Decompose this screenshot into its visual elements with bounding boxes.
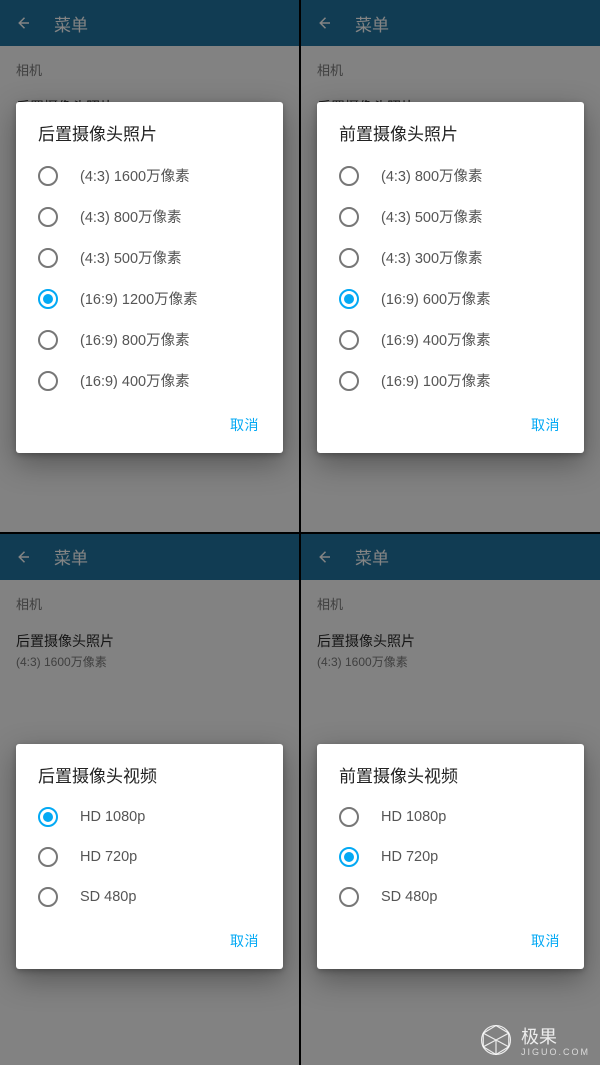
radio-icon [38,887,58,907]
radio-icon [38,807,58,827]
radio-option[interactable]: (16:9) 600万像素 [317,278,584,319]
radio-icon [38,371,58,391]
screen-pane: 菜单相机后置摄像头照片(4:3) 1600万像素前置摄像头视频HD 1080pH… [301,534,600,1065]
dialog-actions: 取消 [16,919,283,961]
radio-icon [38,207,58,227]
screen-pane: 菜单相机后置摄像头照片(前(后置摄像头照片(4:3) 1600万像素(4:3) … [0,0,299,532]
screen-pane: 菜单相机后置摄像头照片(前(前置摄像头照片(4:3) 800万像素(4:3) 5… [301,0,600,532]
radio-option[interactable]: (4:3) 1600万像素 [16,155,283,196]
option-label: HD 1080p [381,809,446,825]
radio-option[interactable]: SD 480p [16,877,283,917]
screen-pane: 菜单相机后置摄像头照片(4:3) 1600万像素后置摄像头视频HD 1080pH… [0,534,299,1065]
dialog-title: 后置摄像头照片 [16,120,283,153]
radio-icon [339,371,359,391]
dialog: 前置摄像头照片 (4:3) 800万像素 (4:3) 500万像素 (4:3) 300… [317,102,584,453]
option-label: (16:9) 400万像素 [80,370,190,391]
option-list: HD 1080p HD 720p SD 480p [16,795,283,919]
option-label: (4:3) 500万像素 [80,247,182,268]
option-label: HD 720p [80,849,137,865]
radio-icon [339,248,359,268]
dialog-title: 后置摄像头视频 [16,762,283,795]
dialog: 后置摄像头视频 HD 1080p HD 720p SD 480p 取消 [16,744,283,969]
radio-option[interactable]: (4:3) 500万像素 [317,196,584,237]
cancel-button[interactable]: 取消 [220,925,269,957]
radio-icon [38,248,58,268]
dialog: 前置摄像头视频 HD 1080p HD 720p SD 480p 取消 [317,744,584,969]
cancel-button[interactable]: 取消 [521,409,570,441]
option-list: (4:3) 1600万像素 (4:3) 800万像素 (4:3) 500万像素 (16… [16,153,283,403]
radio-option[interactable]: (4:3) 300万像素 [317,237,584,278]
radio-option[interactable]: (16:9) 400万像素 [317,319,584,360]
radio-option[interactable]: HD 720p [16,837,283,877]
option-label: (4:3) 800万像素 [80,206,182,227]
cancel-button[interactable]: 取消 [220,409,269,441]
option-label: (16:9) 400万像素 [381,329,491,350]
radio-icon [339,807,359,827]
radio-option[interactable]: (16:9) 1200万像素 [16,278,283,319]
dialog-actions: 取消 [317,403,584,445]
dialog-title: 前置摄像头照片 [317,120,584,153]
radio-icon [38,330,58,350]
radio-icon [339,887,359,907]
radio-icon [38,847,58,867]
option-label: SD 480p [80,889,136,905]
option-label: (16:9) 600万像素 [381,288,491,309]
radio-option[interactable]: (16:9) 100万像素 [317,360,584,401]
option-label: (16:9) 800万像素 [80,329,190,350]
radio-option[interactable]: SD 480p [317,877,584,917]
radio-option[interactable]: (4:3) 500万像素 [16,237,283,278]
radio-icon [339,847,359,867]
option-label: HD 1080p [80,809,145,825]
screenshot-grid: 菜单相机后置摄像头照片(前(后置摄像头照片(4:3) 1600万像素(4:3) … [0,0,600,1065]
dialog: 后置摄像头照片 (4:3) 1600万像素 (4:3) 800万像素 (4:3) 50… [16,102,283,453]
option-label: (4:3) 500万像素 [381,206,483,227]
radio-icon [339,330,359,350]
radio-icon [339,207,359,227]
radio-option[interactable]: (4:3) 800万像素 [317,155,584,196]
option-label: (4:3) 1600万像素 [80,165,190,186]
radio-option[interactable]: HD 720p [317,837,584,877]
option-list: HD 1080p HD 720p SD 480p [317,795,584,919]
radio-option[interactable]: (16:9) 800万像素 [16,319,283,360]
option-label: (16:9) 1200万像素 [80,288,198,309]
radio-option[interactable]: (4:3) 800万像素 [16,196,283,237]
dialog-actions: 取消 [16,403,283,445]
option-label: (4:3) 300万像素 [381,247,483,268]
radio-icon [38,166,58,186]
radio-icon [38,289,58,309]
option-label: (4:3) 800万像素 [381,165,483,186]
radio-option[interactable]: HD 1080p [16,797,283,837]
option-label: HD 720p [381,849,438,865]
option-label: SD 480p [381,889,437,905]
dialog-actions: 取消 [317,919,584,961]
radio-icon [339,289,359,309]
dialog-title: 前置摄像头视频 [317,762,584,795]
radio-option[interactable]: (16:9) 400万像素 [16,360,283,401]
cancel-button[interactable]: 取消 [521,925,570,957]
radio-option[interactable]: HD 1080p [317,797,584,837]
option-list: (4:3) 800万像素 (4:3) 500万像素 (4:3) 300万像素 (16:… [317,153,584,403]
option-label: (16:9) 100万像素 [381,370,491,391]
radio-icon [339,166,359,186]
